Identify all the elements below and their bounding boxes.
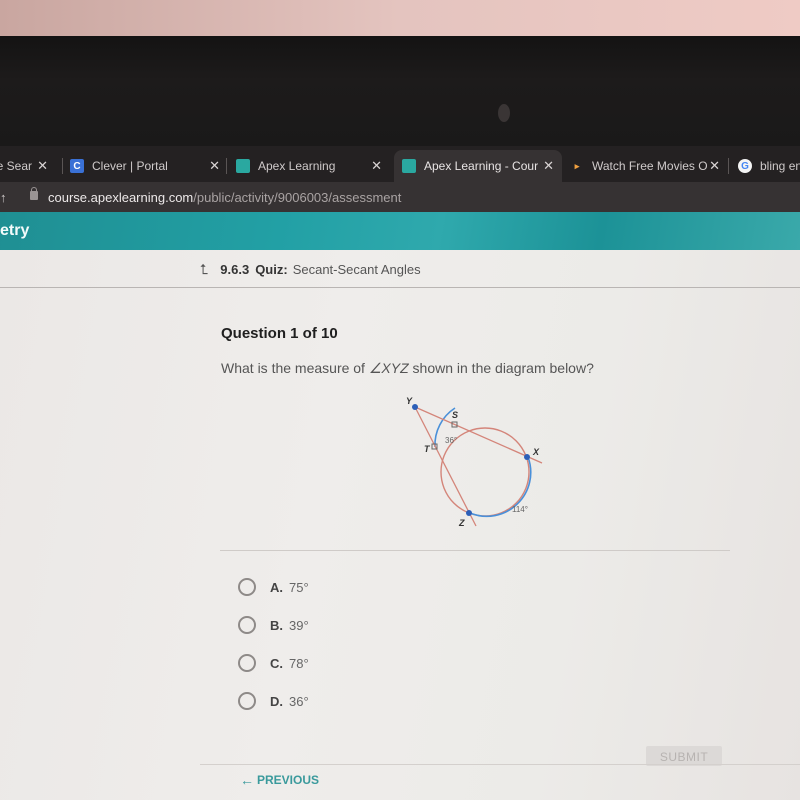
previous-button[interactable]: ← PREVIOUS	[240, 772, 319, 788]
label-t: T	[424, 444, 431, 454]
angle-symbol: ∠	[368, 360, 382, 376]
arc-label-36: 36°	[445, 436, 457, 445]
question-prompt: What is the measure of ∠XYZ shown in the…	[221, 360, 594, 377]
secant-diagram: Y S T X Z 36° 114°	[406, 396, 543, 528]
url-text[interactable]: course.apexlearning.com/public/activity/…	[48, 190, 401, 205]
apex-icon	[402, 159, 416, 173]
tab-label: Apex Learning	[258, 159, 336, 173]
label-y: Y	[406, 396, 413, 406]
close-icon[interactable]: ✕	[37, 158, 48, 174]
quiz-page: ⮤ 9.6.3 Quiz: Secant-Secant Angles Quest…	[0, 250, 800, 800]
activity-title: Secant-Secant Angles	[292, 262, 421, 277]
section-divider	[220, 550, 730, 551]
point-z	[466, 510, 472, 516]
previous-label: PREVIOUS	[257, 773, 320, 787]
close-icon[interactable]: ✕	[371, 158, 382, 174]
point-y	[412, 404, 418, 410]
secant-yz	[414, 406, 477, 527]
choice-a[interactable]: A. 75°	[238, 568, 309, 606]
browser-tab-strip: le Sear ✕ C Clever | Portal ✕ Apex Learn…	[0, 146, 800, 182]
monitor-bezel	[0, 36, 800, 146]
radio-button[interactable]	[238, 692, 256, 710]
arc-label-114: 114°	[512, 505, 528, 514]
course-header-bar: etry	[0, 212, 800, 250]
choice-letter: D.	[270, 693, 283, 709]
tab-search[interactable]: le Sear ✕	[0, 150, 56, 182]
radio-button[interactable]	[238, 578, 256, 596]
answer-choices: A. 75° B. 39° C. 78° D. 36°	[238, 568, 309, 720]
choice-value: 39°	[289, 617, 309, 633]
tab-apex-course-active[interactable]: Apex Learning - Cour ✕	[394, 150, 562, 182]
secant-yx	[414, 406, 543, 464]
point-x	[524, 454, 530, 460]
choice-value: 75°	[289, 579, 309, 595]
label-x: X	[532, 447, 540, 457]
url-path: /public/activity/9006003/assessment	[193, 189, 402, 205]
label-s: S	[452, 410, 458, 420]
radio-button[interactable]	[238, 654, 256, 672]
close-icon[interactable]: ✕	[709, 158, 720, 174]
tab-separator	[62, 158, 63, 174]
navigate-up-icon[interactable]: ↑	[0, 190, 7, 205]
activity-number: 9.6.3	[220, 262, 250, 277]
choice-value: 36°	[289, 693, 309, 709]
footer-divider	[200, 764, 800, 765]
tab-google-search[interactable]: G bling en	[738, 150, 800, 182]
activity-type: Quiz:	[255, 262, 288, 277]
choice-letter: C.	[270, 655, 283, 671]
angle-name: XYZ	[381, 360, 409, 376]
tab-label: Apex Learning - Cour	[424, 159, 539, 173]
tab-watch-movies[interactable]: ▸ Watch Free Movies O ✕	[570, 150, 728, 182]
breadcrumb-bar: ⮤ 9.6.3 Quiz: Secant-Secant Angles	[0, 250, 800, 288]
address-bar[interactable]: ↑ course.apexlearning.com/public/activit…	[0, 182, 800, 212]
webcam	[498, 104, 510, 122]
course-title: etry	[0, 222, 30, 239]
tab-label: Clever | Portal	[92, 159, 168, 173]
label-z: Z	[458, 518, 465, 528]
google-icon: G	[738, 159, 752, 173]
radio-button[interactable]	[238, 616, 256, 634]
choice-b[interactable]: B. 39°	[238, 606, 309, 644]
close-icon[interactable]: ✕	[543, 158, 554, 174]
tab-label: bling en	[760, 159, 800, 173]
submit-button[interactable]: SUBMIT	[646, 746, 722, 766]
close-icon[interactable]: ✕	[209, 158, 220, 174]
tab-clever[interactable]: C Clever | Portal ✕	[70, 150, 228, 182]
breadcrumb: ⮤ 9.6.3 Quiz: Secant-Secant Angles	[200, 261, 421, 278]
choice-letter: A.	[270, 579, 283, 595]
choice-value: 78°	[289, 655, 309, 671]
play-icon: ▸	[574, 160, 580, 171]
tab-label: Watch Free Movies O	[592, 159, 708, 173]
clever-icon: C	[70, 159, 84, 173]
question-header: Question 1 of 10	[221, 325, 338, 342]
arrow-left-icon: ←	[240, 772, 254, 788]
tab-label: le Sear	[0, 159, 33, 173]
prompt-text-end: shown in the diagram below?	[408, 360, 594, 376]
tab-separator	[226, 158, 227, 174]
tab-separator	[728, 158, 729, 174]
choice-c[interactable]: C. 78°	[238, 644, 309, 682]
url-host: course.apexlearning.com	[48, 189, 194, 205]
tab-apex-learning[interactable]: Apex Learning ✕	[236, 150, 390, 182]
back-to-lesson-icon[interactable]: ⮤	[200, 261, 208, 278]
choice-letter: B.	[270, 617, 283, 633]
prompt-text: What is the measure of	[221, 360, 369, 376]
lock-icon[interactable]	[30, 187, 38, 200]
choice-d[interactable]: D. 36°	[238, 682, 309, 720]
apex-icon	[236, 159, 250, 173]
background-wall	[0, 0, 800, 36]
